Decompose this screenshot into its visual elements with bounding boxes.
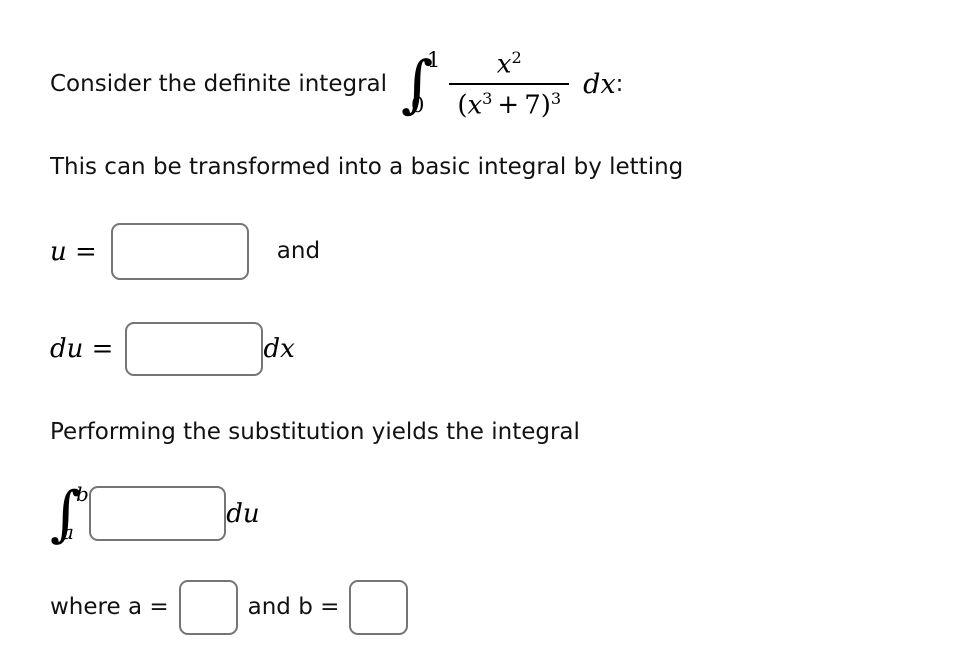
- fraction-numerator: x2: [489, 48, 530, 83]
- du-equals-label: du =: [50, 334, 114, 364]
- du-substitution-row: du = dx: [50, 322, 295, 376]
- integral-sign-icon-2: ∫ b a: [50, 478, 89, 549]
- denominator-base-exponent: 3: [482, 88, 493, 108]
- denominator-plus-sign: +: [497, 90, 520, 121]
- du-row-dx-label: dx: [263, 334, 295, 364]
- du-input[interactable]: [125, 322, 264, 376]
- problem-lead-text: Consider the definite integral: [50, 70, 388, 97]
- where-a-label: where a =: [50, 593, 169, 620]
- u-row-and-text: and: [276, 237, 321, 264]
- u-substitution-row: u = and: [50, 223, 320, 280]
- and-b-label: and b =: [247, 593, 340, 620]
- numerator-exponent: 2: [511, 48, 522, 67]
- denominator-exponent: 3: [550, 88, 562, 108]
- u-input[interactable]: [110, 223, 249, 280]
- numerator-base: x: [496, 49, 512, 80]
- fraction-denominator: (x3 +7)3: [449, 85, 569, 121]
- limit-a-input[interactable]: [178, 580, 238, 635]
- definite-integral-expression: ∫ 1 0 x2 (x3 +7)3 dx :: [399, 48, 623, 120]
- denominator-constant: 7: [524, 90, 541, 121]
- statement-colon: :: [615, 70, 624, 97]
- transformed-lower-limit: a: [62, 519, 74, 544]
- integral-differential: dx: [583, 68, 616, 100]
- denominator-close-paren: ): [540, 90, 551, 121]
- transformed-integral-row: ∫ b a du: [50, 478, 260, 549]
- limit-b-input[interactable]: [349, 580, 409, 635]
- worksheet-page: Consider the definite integral ∫ 1 0 x2 (x…: [0, 0, 966, 650]
- denominator-open-paren: (: [457, 90, 468, 121]
- integral-row-du-label: du: [226, 498, 260, 529]
- u-equals-label: u =: [50, 236, 97, 267]
- limits-row: where a = and b =: [50, 580, 409, 635]
- integral-upper-limit: 1: [427, 47, 441, 72]
- transform-instruction-text: This can be transformed into a basic int…: [50, 154, 684, 180]
- integrand-input[interactable]: [89, 486, 227, 541]
- integral-sign-icon: ∫ 1 0: [401, 46, 441, 120]
- performing-substitution-text: Performing the substitution yields the i…: [50, 419, 580, 445]
- integral-lower-limit: 0: [411, 92, 425, 117]
- transformed-upper-limit: b: [76, 481, 89, 506]
- integrand-fraction: x2 (x3 +7)3: [449, 48, 570, 121]
- problem-statement-line: Consider the definite integral ∫ 1 0 x2 (x…: [50, 48, 623, 120]
- denominator-base: x: [467, 90, 483, 121]
